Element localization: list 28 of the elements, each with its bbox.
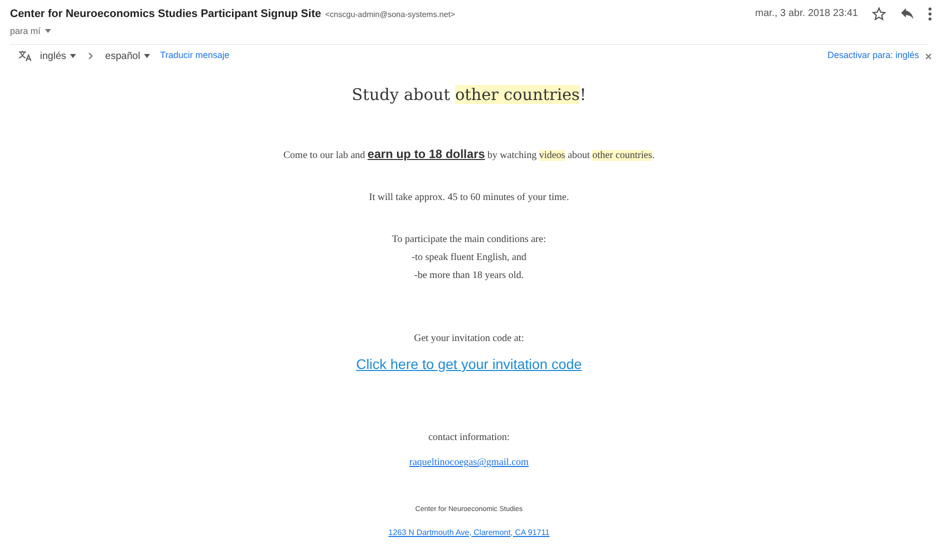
close-icon[interactable] — [925, 52, 932, 60]
address-link[interactable]: 1263 N Dartmouth Ave, Claremont, CA 91711 — [388, 526, 550, 538]
caret-icon[interactable] — [70, 54, 76, 58]
sender-address: <cnscgu-admin@sona-systems.net> — [325, 9, 456, 21]
source-language-dropdown[interactable]: inglés — [40, 48, 76, 64]
body-paragraph: -to speak fluent English, and — [412, 251, 526, 265]
more-icon[interactable] — [928, 6, 932, 20]
caret-icon[interactable] — [144, 54, 150, 58]
target-language-dropdown[interactable]: español — [105, 48, 150, 64]
body-paragraph: contact information: — [428, 431, 510, 445]
body-paragraph: It will take approx. 45 to 60 minutes of your time. — [369, 191, 569, 205]
email-link[interactable]: raqueltinocoegas@gmail.com — [409, 455, 529, 470]
chevron-right-icon — [88, 52, 94, 60]
body-paragraph: Get your invitation code at: — [414, 332, 524, 346]
date-text: mar., 3 abr. 2018 23:41 — [755, 7, 858, 21]
caret-icon[interactable] — [44, 29, 51, 34]
invitation-code-link[interactable]: Click here to get your invitation code — [356, 354, 582, 375]
disable-translation-link[interactable]: Desactivar para: inglés — [827, 49, 919, 63]
body-paragraph: Come to our lab and earn up to 18 dollars by watching videos about other countries. — [283, 146, 655, 163]
star-icon[interactable] — [872, 6, 886, 20]
sender-name: Center for Neuroeconomics Studies Participant Signup Site — [10, 7, 322, 22]
translate-icon — [18, 50, 32, 62]
recipient-label[interactable]: para mí — [10, 24, 41, 38]
body-paragraph: -be more than 18 years old. — [414, 269, 524, 283]
message-heading: Study about other countries! — [352, 84, 586, 106]
body-paragraph: To participate the main conditions are: — [392, 233, 546, 247]
translate-link[interactable]: Traducir mensaje — [160, 49, 230, 63]
reply-icon[interactable] — [900, 8, 914, 20]
